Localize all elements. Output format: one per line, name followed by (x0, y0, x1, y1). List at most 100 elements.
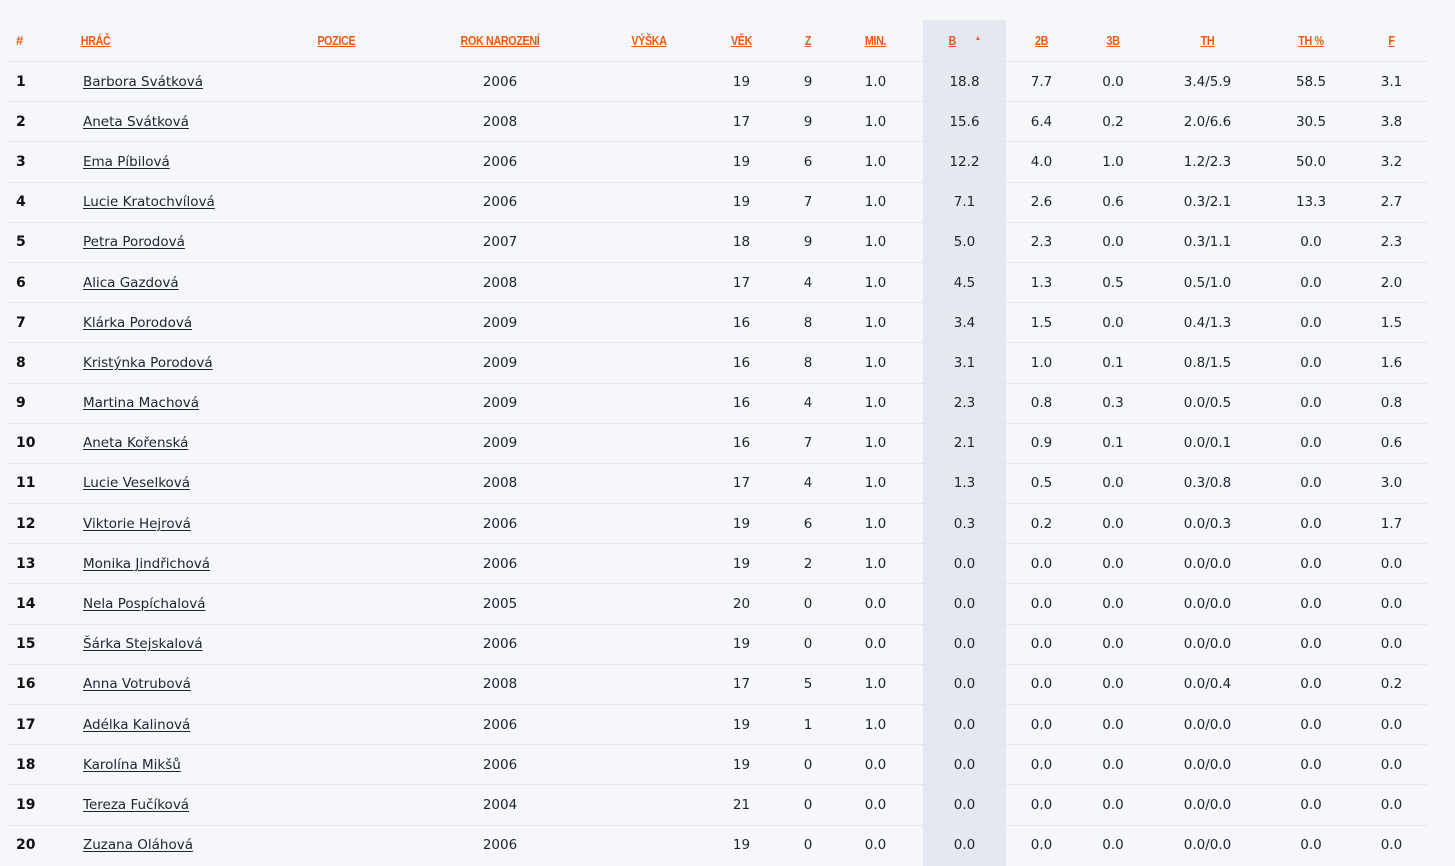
cell-minutes: 1.0 (828, 543, 923, 584)
player-link[interactable]: Petra Porodová (83, 234, 185, 250)
cell-minutes: 0.0 (828, 824, 923, 865)
player-link[interactable]: Kristýnka Porodová (83, 355, 213, 371)
cell-ft-pct: 0.0 (1266, 543, 1356, 584)
col-header-birth-year[interactable]: ROK NAROZENÍ (411, 20, 588, 62)
player-link[interactable]: Anna Votrubová (83, 676, 191, 692)
cell-height (603, 583, 695, 625)
col-header-fouls[interactable]: F (1361, 20, 1422, 62)
cell-games: 0 (788, 583, 828, 625)
player-link[interactable]: Monika Jindřichová (83, 556, 210, 572)
cell-height (603, 382, 695, 424)
player-link[interactable]: Nela Pospíchalová (83, 596, 206, 612)
cell-fouls: 3.1 (1356, 60, 1427, 102)
cell-free-throws: 0.8/1.5 (1149, 342, 1266, 383)
col-header-points[interactable]: B ▲ (929, 20, 1000, 62)
cell-rank: 4 (7, 181, 67, 223)
cell-birth-year: 2009 (397, 382, 603, 424)
col-header-free-throws[interactable]: TH (1157, 20, 1258, 62)
cell-minutes: 1.0 (828, 101, 923, 142)
cell-height (603, 623, 695, 665)
cell-games: 9 (788, 60, 828, 102)
cell-free-throws: 3.4/5.9 (1149, 60, 1266, 102)
cell-points: 4.5 (923, 261, 1006, 303)
col-header-ft-pct[interactable]: TH % (1272, 20, 1349, 62)
cell-games: 4 (788, 261, 828, 303)
cell-position (307, 543, 397, 584)
cell-two-pt: 0.0 (1006, 623, 1077, 665)
player-link[interactable]: Ema Píbilová (83, 154, 170, 170)
cell-height (603, 60, 695, 102)
col-header-games[interactable]: Z (791, 20, 825, 62)
cell-birth-year: 2009 (397, 342, 603, 383)
cell-minutes: 1.0 (828, 181, 923, 223)
cell-points: 15.6 (923, 101, 1006, 142)
cell-height (603, 181, 695, 223)
cell-birth-year: 2006 (397, 703, 603, 745)
cell-two-pt: 1.0 (1006, 342, 1077, 383)
player-link[interactable]: Adélka Kalinová (83, 717, 190, 733)
cell-position (307, 422, 397, 464)
cell-two-pt: 7.7 (1006, 60, 1077, 102)
col-header-age[interactable]: VĚK (702, 20, 782, 62)
stats-page: # HRÁČ POZICE ROK NAROZENÍ VÝŠKA VĚK Z M… (0, 0, 1455, 866)
cell-player-name: Lucie Kratochvílová (67, 181, 307, 223)
table-row: 6 Alica Gazdová 2008 17 4 1.0 4.5 1.3 0.5 0.5/1.0… (7, 261, 1427, 303)
cell-fouls: 3.8 (1356, 101, 1427, 142)
cell-birth-year: 2006 (397, 60, 603, 102)
cell-fouls: 0.0 (1356, 744, 1427, 785)
cell-games: 4 (788, 462, 828, 504)
cell-free-throws: 0.0/0.5 (1149, 382, 1266, 424)
col-header-player[interactable]: HRÁČ (67, 20, 273, 62)
cell-player-name: Alica Gazdová (67, 261, 307, 303)
col-header-rank[interactable]: # (7, 20, 67, 62)
table-row: 15 Šárka Stejskalová 2006 19 0 0.0 0.0 0.0 0.0 0.… (7, 623, 1427, 665)
cell-ft-pct: 13.3 (1266, 181, 1356, 223)
player-link[interactable]: Tereza Fučíková (83, 797, 189, 813)
cell-height (603, 462, 695, 504)
player-link[interactable]: Karolína Mikšů (83, 757, 181, 773)
table-row: 8 Kristýnka Porodová 2009 16 8 1.0 3.1 1.0 0.1 0.… (7, 342, 1427, 383)
table-row: 1 Barbora Svátková 2006 19 9 1.0 18.8 7.7 0.0 3.4… (7, 60, 1427, 102)
player-link[interactable]: Šárka Stejskalová (83, 636, 203, 652)
cell-points: 0.0 (923, 744, 1006, 785)
header-row: # HRÁČ POZICE ROK NAROZENÍ VÝŠKA VĚK Z M… (7, 20, 1427, 62)
cell-free-throws: 0.3/0.8 (1149, 462, 1266, 504)
player-link[interactable]: Martina Machová (83, 395, 199, 411)
cell-fouls: 0.8 (1356, 382, 1427, 424)
player-link[interactable]: Aneta Svátková (83, 114, 189, 130)
player-link[interactable]: Barbora Svátková (83, 74, 203, 90)
cell-three-pt: 0.0 (1077, 703, 1149, 745)
player-link[interactable]: Alica Gazdová (83, 275, 179, 291)
cell-ft-pct: 0.0 (1266, 302, 1356, 343)
cell-position (307, 302, 397, 343)
cell-three-pt: 0.0 (1077, 302, 1149, 343)
player-link[interactable]: Klárka Porodová (83, 315, 192, 331)
cell-fouls: 3.2 (1356, 141, 1427, 183)
cell-rank: 17 (7, 703, 67, 745)
cell-games: 0 (788, 744, 828, 785)
cell-ft-pct: 0.0 (1266, 703, 1356, 745)
cell-free-throws: 1.2/2.3 (1149, 141, 1266, 183)
player-link[interactable]: Lucie Veselková (83, 475, 190, 491)
col-header-three-pt[interactable]: 3B (1082, 20, 1144, 62)
table-row: 11 Lucie Veselková 2008 17 4 1.0 1.3 0.5 0.0 0.3/… (7, 462, 1427, 504)
col-header-position[interactable]: POZICE (307, 20, 384, 62)
cell-player-name: Barbora Svátková (67, 60, 307, 102)
cell-points: 0.3 (923, 503, 1006, 544)
cell-free-throws: 0.0/0.4 (1149, 663, 1266, 705)
col-header-height[interactable]: VÝŠKA (609, 20, 688, 62)
cell-fouls: 0.0 (1356, 543, 1427, 584)
player-link[interactable]: Lucie Kratochvílová (83, 194, 215, 210)
player-link[interactable]: Aneta Kořenská (83, 435, 188, 451)
cell-player-name: Zuzana Oláhová (67, 824, 307, 865)
col-header-two-pt[interactable]: 2B (1011, 20, 1072, 62)
player-link[interactable]: Viktorie Hejrová (83, 516, 191, 532)
cell-games: 8 (788, 342, 828, 383)
cell-minutes: 1.0 (828, 342, 923, 383)
cell-points: 1.3 (923, 462, 1006, 504)
cell-birth-year: 2005 (397, 583, 603, 625)
table-row: 7 Klárka Porodová 2009 16 8 1.0 3.4 1.5 0.0 0.4/1… (7, 302, 1427, 343)
cell-minutes: 1.0 (828, 302, 923, 343)
player-link[interactable]: Zuzana Oláhová (83, 837, 193, 853)
col-header-minutes[interactable]: MIN. (835, 20, 917, 62)
